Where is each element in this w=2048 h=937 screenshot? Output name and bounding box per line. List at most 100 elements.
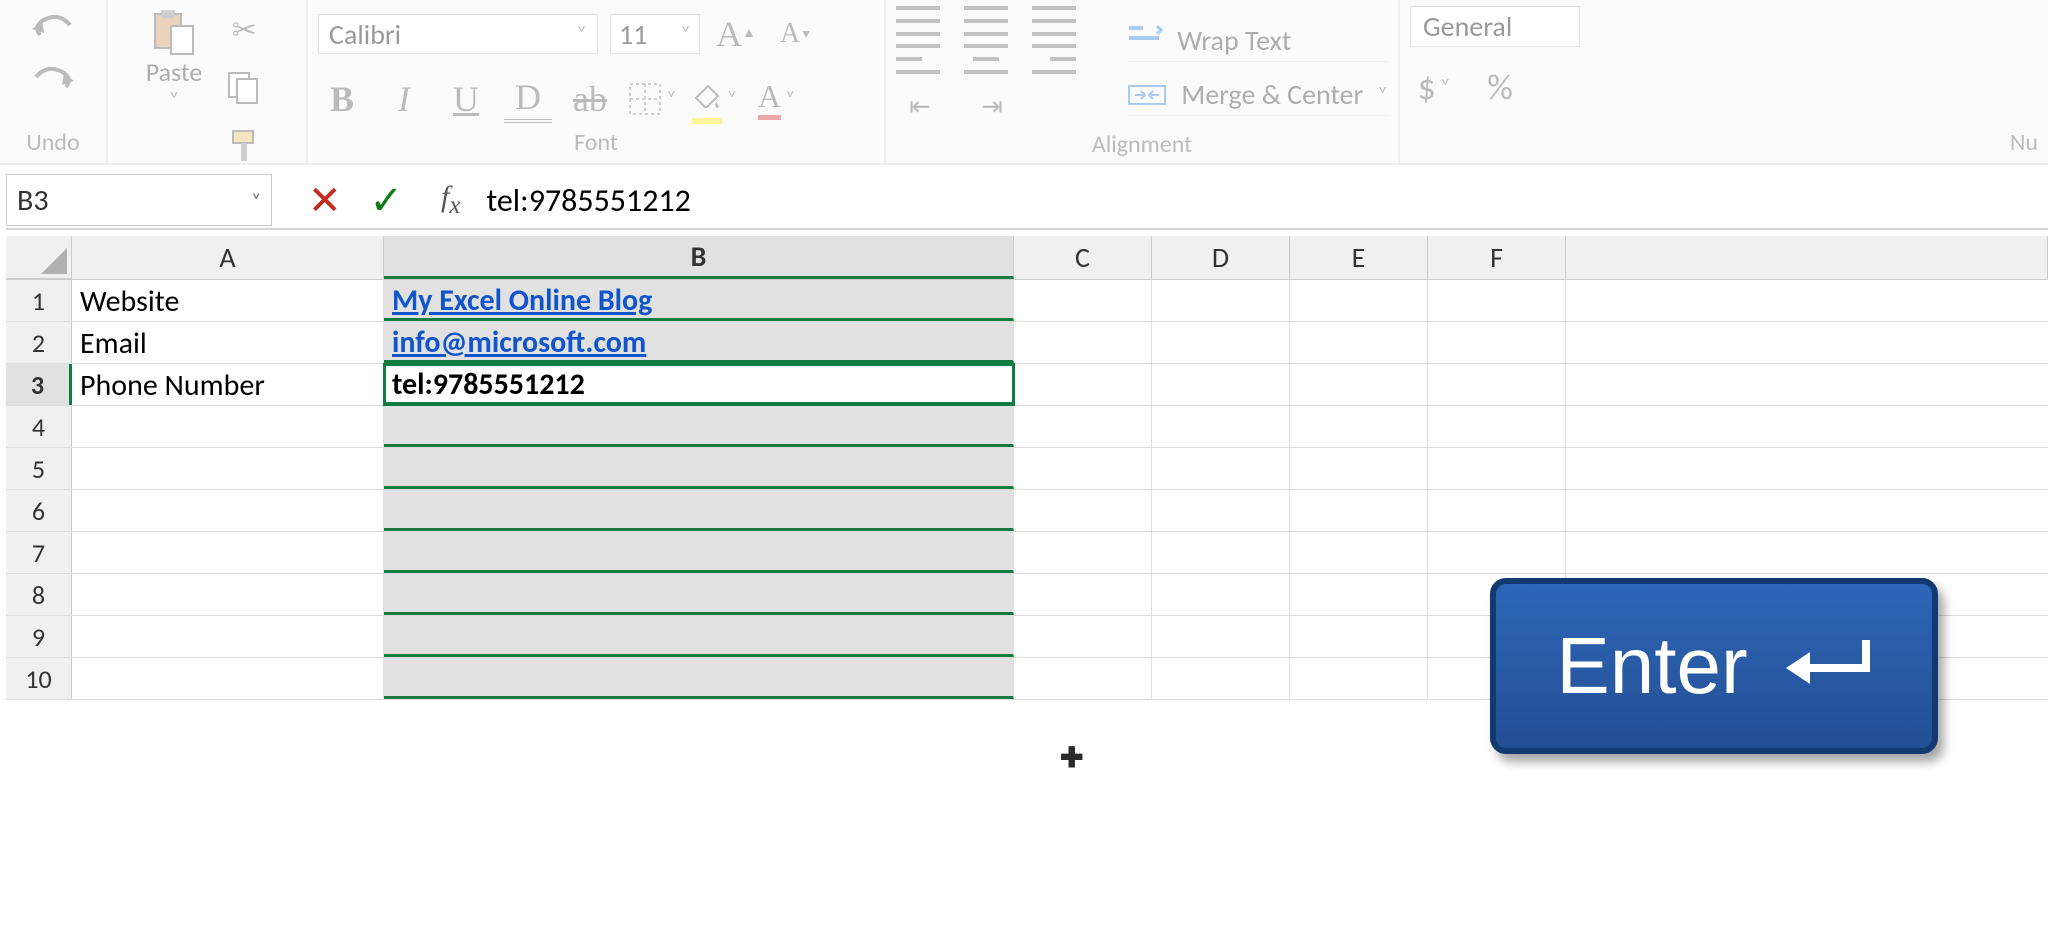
bold-button[interactable]: B [318,75,366,123]
cell-C2[interactable] [1014,322,1152,363]
cell-B5[interactable] [384,448,1014,489]
cell-B7[interactable] [384,532,1014,573]
increase-font-icon[interactable]: A▲ [712,10,760,58]
undo-icon[interactable] [29,6,77,54]
align-middle-icon[interactable] [964,6,1008,36]
cell-C5[interactable] [1014,448,1152,489]
align-center-icon[interactable] [964,44,1008,74]
borders-button[interactable]: ˅ [628,75,677,123]
cancel-icon[interactable]: ✕ [308,176,342,225]
align-bottom-icon[interactable] [1032,6,1076,36]
cell-C3[interactable] [1014,364,1152,405]
italic-button[interactable]: I [380,75,428,123]
cell-D2[interactable] [1152,322,1290,363]
align-right-icon[interactable] [1032,44,1076,74]
cell-E10[interactable] [1290,658,1428,699]
cell-F4[interactable] [1428,406,1566,447]
font-name-select[interactable]: Calibri ˅ [318,14,598,54]
cell-F2[interactable] [1428,322,1566,363]
name-box[interactable]: B3 ˅ [6,174,272,226]
merge-center-button[interactable]: Merge & Center ˅ [1127,74,1388,116]
row-header-10[interactable]: 10 [6,658,72,699]
enter-icon[interactable]: ✓ [370,176,404,225]
cell-E6[interactable] [1290,490,1428,531]
cell-F7[interactable] [1428,532,1566,573]
wrap-text-button[interactable]: Wrap Text [1127,20,1388,62]
format-painter-icon[interactable] [220,122,268,170]
cell-A8[interactable] [72,574,384,615]
row-header-7[interactable]: 7 [6,532,72,573]
cell-B9[interactable] [384,616,1014,657]
fill-color-button[interactable]: ˅ [691,74,739,124]
cell-D4[interactable] [1152,406,1290,447]
cell-A4[interactable] [72,406,384,447]
redo-icon[interactable] [29,58,77,106]
cell-D9[interactable] [1152,616,1290,657]
cell-E4[interactable] [1290,406,1428,447]
cell-B8[interactable] [384,574,1014,615]
number-format-select[interactable]: General [1410,6,1580,47]
col-header-A[interactable]: A [72,236,384,279]
cell-D1[interactable] [1152,280,1290,321]
col-header-D[interactable]: D [1152,236,1290,279]
cell-C4[interactable] [1014,406,1152,447]
cell-C7[interactable] [1014,532,1152,573]
decrease-font-icon[interactable]: A▼ [772,10,820,58]
cell-D3[interactable] [1152,364,1290,405]
strikethrough-button[interactable]: ab [566,75,614,123]
row-header-9[interactable]: 9 [6,616,72,657]
cell-E9[interactable] [1290,616,1428,657]
increase-indent-icon[interactable]: ⇥ [968,82,1016,130]
cell-A6[interactable] [72,490,384,531]
cell-B2[interactable]: info@microsoft.com [384,322,1014,363]
cell-E1[interactable] [1290,280,1428,321]
cell-F6[interactable] [1428,490,1566,531]
col-header-C[interactable]: C [1014,236,1152,279]
row-header-4[interactable]: 4 [6,406,72,447]
cell-D6[interactable] [1152,490,1290,531]
cell-A10[interactable] [72,658,384,699]
cell-B3[interactable]: tel:9785551212 [384,364,1014,405]
row-header-3[interactable]: 3 [6,364,72,405]
cut-icon[interactable]: ✂ [220,6,268,54]
fx-icon[interactable]: fx [441,180,460,220]
row-header-2[interactable]: 2 [6,322,72,363]
underline-button[interactable]: U [442,75,490,123]
row-header-1[interactable]: 1 [6,280,72,321]
font-color-button[interactable]: A ˅ [753,75,801,123]
cell-E5[interactable] [1290,448,1428,489]
percent-button[interactable]: % [1476,63,1524,111]
select-all-corner[interactable] [6,236,72,279]
cell-C1[interactable] [1014,280,1152,321]
align-top-icon[interactable] [896,6,940,36]
cell-A9[interactable] [72,616,384,657]
cell-C6[interactable] [1014,490,1152,531]
row-header-5[interactable]: 5 [6,448,72,489]
cell-F5[interactable] [1428,448,1566,489]
cell-C9[interactable] [1014,616,1152,657]
cell-A1[interactable]: Website [72,280,384,321]
currency-button[interactable]: $ ˅ [1410,63,1458,111]
cell-A2[interactable]: Email [72,322,384,363]
cell-C8[interactable] [1014,574,1152,615]
font-size-select[interactable]: 11 ˅ [610,14,700,54]
cell-A7[interactable] [72,532,384,573]
double-underline-button[interactable]: D [504,75,552,123]
cell-B1[interactable]: My Excel Online Blog [384,280,1014,321]
paste-icon[interactable] [149,6,199,56]
cell-E3[interactable] [1290,364,1428,405]
decrease-indent-icon[interactable]: ⇤ [896,82,944,130]
row-header-6[interactable]: 6 [6,490,72,531]
row-header-8[interactable]: 8 [6,574,72,615]
formula-input[interactable] [460,181,2048,220]
col-header-B[interactable]: B [384,236,1014,279]
cell-E7[interactable] [1290,532,1428,573]
align-left-icon[interactable] [896,44,940,74]
cell-F1[interactable] [1428,280,1566,321]
cell-D8[interactable] [1152,574,1290,615]
cell-C10[interactable] [1014,658,1152,699]
cell-D5[interactable] [1152,448,1290,489]
cell-B6[interactable] [384,490,1014,531]
copy-icon[interactable] [220,64,268,112]
cell-D10[interactable] [1152,658,1290,699]
